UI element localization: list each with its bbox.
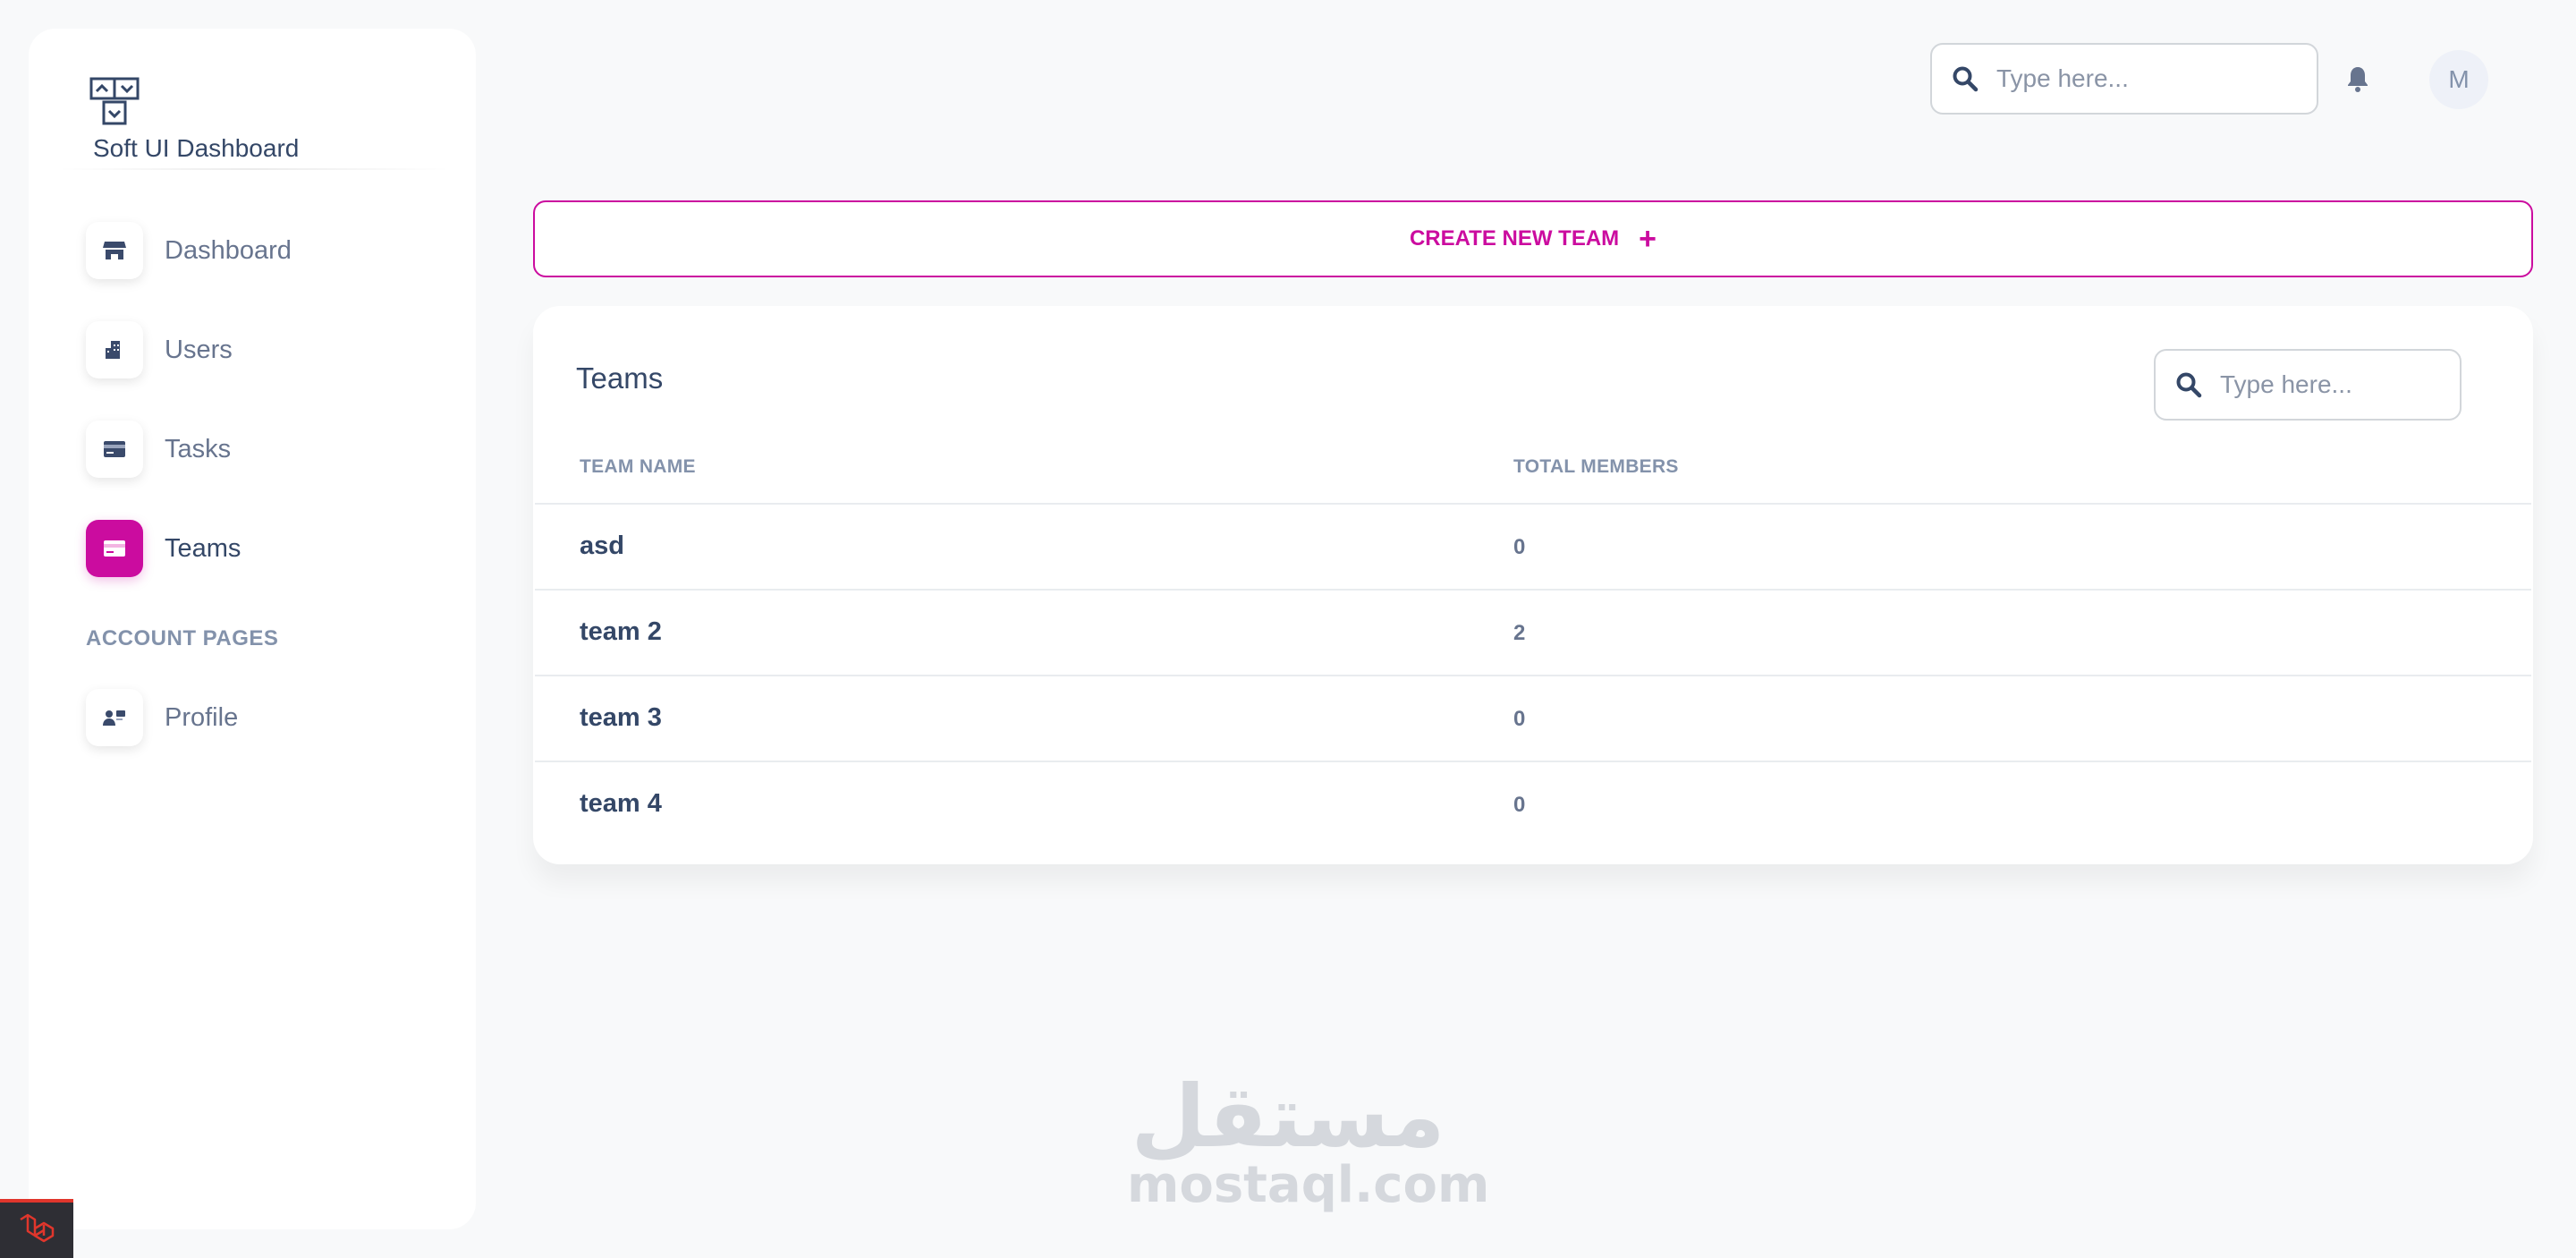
avatar-initial: M: [2448, 65, 2470, 93]
table-row[interactable]: asd 0: [535, 503, 2531, 589]
brand-divider: [57, 168, 451, 170]
avatar[interactable]: M: [2429, 50, 2488, 109]
search-icon: [1953, 66, 1979, 92]
create-new-team-label: CREATE NEW TEAM: [1409, 226, 1620, 251]
laravel-logo-icon: [20, 1213, 55, 1243]
search-placeholder: Type here...: [2220, 370, 2352, 398]
team-name-cell: team 4: [580, 789, 662, 818]
sidebar-item-label: Teams: [165, 533, 242, 563]
sidebar-item-tasks[interactable]: Tasks: [86, 421, 444, 478]
section-title-account-pages: ACCOUNT PAGES: [86, 626, 279, 650]
watermark-latin: mostaql.com: [1127, 1156, 1490, 1214]
total-members-cell: 0: [1513, 707, 1526, 731]
sidebar-item-profile[interactable]: Profile: [86, 689, 444, 746]
teams-card: Teams Type here... TEAM NAME TOTAL MEMBE…: [533, 306, 2533, 864]
user-card-icon: [86, 689, 143, 746]
sidebar-item-teams[interactable]: Teams: [86, 520, 444, 577]
watermark-arabic: مستقل: [1131, 1067, 1445, 1167]
sidebar-item-label: Tasks: [165, 434, 232, 463]
brand-name: Soft UI Dashboard: [93, 134, 300, 162]
sidebar-item-dashboard[interactable]: Dashboard: [86, 222, 444, 279]
total-members-cell: 0: [1513, 535, 1526, 559]
office-icon: [86, 321, 143, 378]
credit-card-icon: [86, 421, 143, 478]
sidebar-item-label: Dashboard: [165, 235, 292, 265]
team-name-cell: asd: [580, 531, 624, 560]
table-row[interactable]: team 4 0: [535, 761, 2531, 846]
create-new-team-button[interactable]: CREATE NEW TEAM +: [533, 200, 2533, 277]
sidebar: Soft UI Dashboard Dashboard Users Tasks …: [29, 29, 476, 1229]
bell-icon[interactable]: [2343, 64, 2372, 93]
total-members-cell: 0: [1513, 793, 1526, 817]
plus-icon: +: [1639, 222, 1657, 256]
credit-card-icon: [86, 520, 143, 577]
teams-search-input[interactable]: Type here...: [2154, 349, 2462, 421]
total-members-cell: 2: [1513, 621, 1526, 645]
shop-icon: [86, 222, 143, 279]
team-name-cell: team 2: [580, 617, 662, 646]
sidebar-item-users[interactable]: Users: [86, 321, 444, 378]
framework-badge[interactable]: [0, 1199, 73, 1258]
brand-logo-icon: [89, 77, 140, 125]
watermark: مستقل mostaql.com: [1127, 1067, 1490, 1214]
column-header-total-members: TOTAL MEMBERS: [1513, 456, 1679, 477]
top-search-input[interactable]: Type here...: [1930, 43, 2318, 115]
search-placeholder: Type here...: [1996, 64, 2129, 92]
card-title: Teams: [576, 361, 664, 395]
team-name-cell: team 3: [580, 703, 662, 732]
table-row[interactable]: team 3 0: [535, 675, 2531, 761]
search-icon: [2176, 372, 2202, 398]
column-header-team-name: TEAM NAME: [580, 456, 696, 477]
table-row[interactable]: team 2 2: [535, 589, 2531, 675]
sidebar-item-label: Profile: [165, 702, 239, 732]
sidebar-item-label: Users: [165, 335, 233, 364]
